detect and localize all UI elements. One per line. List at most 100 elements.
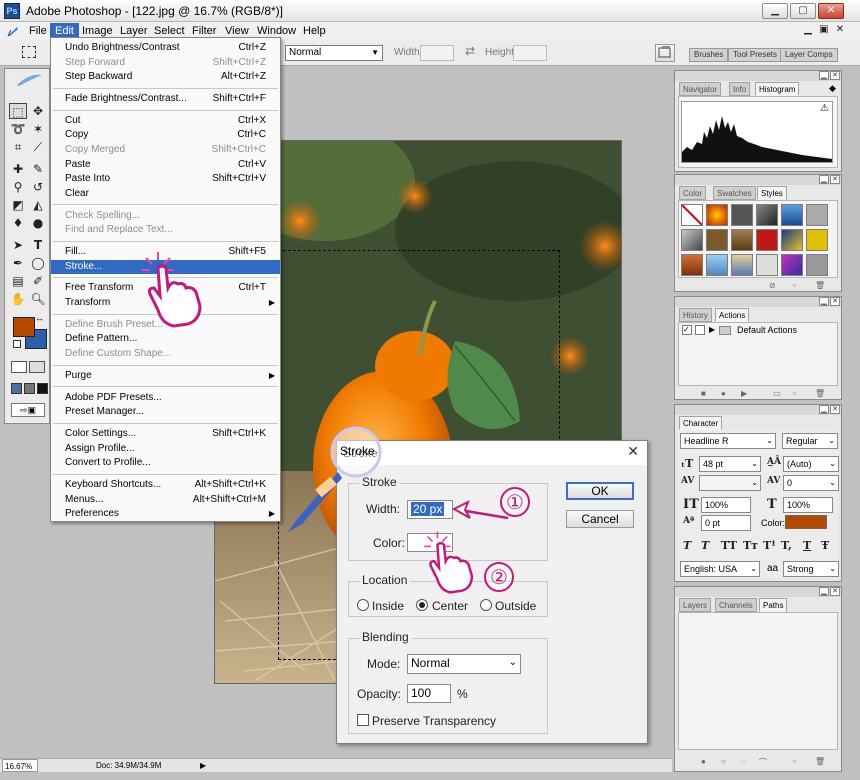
edit-menu-item[interactable]: Color Settings... Shift+Ctrl+K bbox=[51, 427, 280, 441]
preserve-transparency-checkbox[interactable] bbox=[357, 714, 369, 726]
location-center-radio[interactable] bbox=[416, 599, 428, 611]
screen-mode-menu-icon[interactable] bbox=[24, 383, 35, 394]
tab-history[interactable]: History bbox=[679, 308, 712, 322]
edit-menu-item[interactable]: Convert to Profile... bbox=[51, 456, 280, 470]
zoom-level[interactable]: 16.67% bbox=[2, 759, 38, 772]
style-swatch[interactable] bbox=[806, 229, 828, 251]
palette-close-icon[interactable]: ✕ bbox=[830, 587, 840, 596]
tab-navigator[interactable]: Navigator bbox=[679, 82, 722, 96]
vertical-scale-input[interactable]: 100% bbox=[701, 497, 751, 513]
tab-styles[interactable]: Styles bbox=[757, 186, 787, 200]
type-tool[interactable]: T bbox=[29, 237, 47, 253]
style-swatch[interactable] bbox=[781, 229, 803, 251]
doc-minimize-icon[interactable]: ▁ bbox=[800, 23, 816, 37]
opacity-input[interactable]: 100 bbox=[407, 684, 451, 703]
tab-actions[interactable]: Actions bbox=[715, 308, 750, 322]
antialias-select[interactable]: Strong ⌄ bbox=[783, 561, 839, 577]
tab-layers[interactable]: Layers bbox=[679, 598, 712, 612]
small-caps-button[interactable]: Tт bbox=[743, 539, 758, 552]
location-outside-radio[interactable] bbox=[480, 599, 492, 611]
record-icon[interactable]: ● bbox=[721, 389, 726, 398]
style-swatch[interactable] bbox=[781, 204, 803, 226]
lasso-tool[interactable]: ➰ bbox=[9, 121, 27, 137]
history-brush-tool[interactable]: ↺ bbox=[29, 179, 47, 195]
clone-stamp-tool[interactable]: ⚲ bbox=[9, 179, 27, 195]
standard-mode-icon[interactable] bbox=[11, 361, 27, 373]
font-size-input[interactable]: 48 pt ⌄ bbox=[699, 456, 761, 472]
style-swatch[interactable] bbox=[681, 254, 703, 276]
make-work-path-icon[interactable]: ⌒ bbox=[759, 757, 767, 768]
file-browser-icon[interactable] bbox=[655, 44, 675, 62]
new-path-icon[interactable]: ▫ bbox=[793, 757, 796, 766]
clear-style-icon[interactable]: ⊘ bbox=[769, 281, 776, 290]
well-tab-brushes[interactable]: Brushes bbox=[689, 48, 729, 62]
horizontal-scale-input[interactable]: 100% bbox=[783, 497, 833, 513]
status-menu-arrow-icon[interactable]: ▶ bbox=[200, 759, 206, 772]
style-swatch[interactable] bbox=[806, 204, 828, 226]
close-icon[interactable]: ✕ bbox=[627, 444, 639, 460]
pen-tool[interactable]: ✒ bbox=[9, 255, 27, 271]
ok-button[interactable]: OK bbox=[566, 482, 634, 500]
edit-menu-item[interactable]: Keyboard Shortcuts... Alt+Shift+Ctrl+K bbox=[51, 478, 280, 492]
tab-color[interactable]: Color bbox=[679, 186, 707, 200]
location-inside-radio[interactable] bbox=[357, 599, 369, 611]
zoom-tool[interactable]: 🔍︎ bbox=[29, 291, 47, 307]
eraser-tool[interactable]: ◩ bbox=[9, 197, 27, 213]
height-input[interactable] bbox=[513, 45, 547, 61]
baseline-shift-input[interactable]: 0 pt bbox=[701, 515, 751, 531]
style-swatch[interactable] bbox=[681, 229, 703, 251]
screen-mode-full-icon[interactable] bbox=[37, 383, 48, 394]
kerning-input[interactable]: ⌄ bbox=[699, 475, 761, 491]
style-swatch[interactable] bbox=[731, 229, 753, 251]
edit-menu-item[interactable]: Paste Ctrl+V bbox=[51, 158, 280, 172]
edit-menu-item[interactable]: Define Pattern... bbox=[51, 332, 280, 346]
jump-to-imageready-icon[interactable]: ⇨▣ bbox=[11, 403, 45, 417]
minimize-button[interactable]: ▁ bbox=[762, 3, 788, 19]
width-input[interactable]: 20 px bbox=[407, 500, 453, 519]
eyedropper-tool[interactable]: ✐ bbox=[29, 273, 47, 289]
delete-path-icon[interactable]: 🗑︎ bbox=[815, 757, 825, 766]
crop-tool[interactable]: ⌗ bbox=[9, 139, 27, 155]
edit-menu-item[interactable]: Undo Brightness/Contrast Ctrl+Z bbox=[51, 41, 280, 55]
tab-info[interactable]: Info bbox=[729, 82, 751, 96]
style-swatch[interactable] bbox=[756, 229, 778, 251]
play-icon[interactable]: ▶ bbox=[741, 389, 747, 398]
new-style-icon[interactable]: ▫ bbox=[793, 281, 796, 290]
edit-menu-item[interactable]: Paste Into Shift+Ctrl+V bbox=[51, 172, 280, 186]
well-tab-layer-comps[interactable]: Layer Comps bbox=[780, 48, 838, 62]
paint-bucket-tool[interactable]: ◭ bbox=[29, 197, 47, 213]
tab-paths[interactable]: Paths bbox=[759, 598, 788, 612]
magic-wand-tool[interactable]: ✶ bbox=[29, 121, 47, 137]
mode-select[interactable]: Normal ⌄ bbox=[407, 654, 521, 674]
palette-minimize-icon[interactable]: ▁ bbox=[819, 71, 829, 80]
width-input[interactable] bbox=[420, 45, 454, 61]
shape-tool[interactable]: ◯ bbox=[29, 255, 47, 271]
palette-minimize-icon[interactable]: ▁ bbox=[819, 297, 829, 306]
doc-close-icon[interactable]: ✕ bbox=[832, 23, 848, 37]
edit-menu-item[interactable]: Preferences ▶ bbox=[51, 507, 280, 521]
edit-menu-item[interactable]: Fade Brightness/Contrast... Shift+Ctrl+F bbox=[51, 92, 280, 106]
edit-menu-item[interactable]: Step Backward Alt+Ctrl+Z bbox=[51, 70, 280, 84]
palette-close-icon[interactable]: ✕ bbox=[830, 297, 840, 306]
new-action-icon[interactable]: ▫ bbox=[793, 389, 796, 398]
foreground-color-swatch[interactable] bbox=[13, 317, 35, 337]
palette-minimize-icon[interactable]: ▁ bbox=[819, 587, 829, 596]
palette-minimize-icon[interactable]: ▁ bbox=[819, 175, 829, 184]
healing-brush-tool[interactable]: ✚ bbox=[9, 161, 27, 177]
palette-close-icon[interactable]: ✕ bbox=[830, 175, 840, 184]
move-tool[interactable]: ✥ bbox=[29, 103, 47, 119]
toggle-check-icon[interactable]: ✓ bbox=[682, 325, 692, 335]
photoshop-feather-icon[interactable] bbox=[6, 24, 20, 38]
well-tab-tool-presets[interactable]: Tool Presets bbox=[728, 48, 783, 62]
font-family-select[interactable]: Headline R ⌄ bbox=[680, 433, 776, 449]
underline-button[interactable]: T bbox=[803, 539, 811, 552]
expand-triangle-icon[interactable]: ▶ bbox=[709, 325, 715, 334]
dialog-toggle-icon[interactable] bbox=[695, 325, 705, 335]
palette-menu-icon[interactable]: ◆ bbox=[829, 83, 836, 94]
tab-channels[interactable]: Channels bbox=[715, 598, 757, 612]
edit-menu-item[interactable]: Cut Ctrl+X bbox=[51, 114, 280, 128]
palette-minimize-icon[interactable]: ▁ bbox=[819, 405, 829, 414]
notes-tool[interactable]: ▤ bbox=[9, 273, 27, 289]
slice-tool[interactable]: ⟋ bbox=[29, 139, 47, 155]
style-swatch[interactable] bbox=[756, 254, 778, 276]
